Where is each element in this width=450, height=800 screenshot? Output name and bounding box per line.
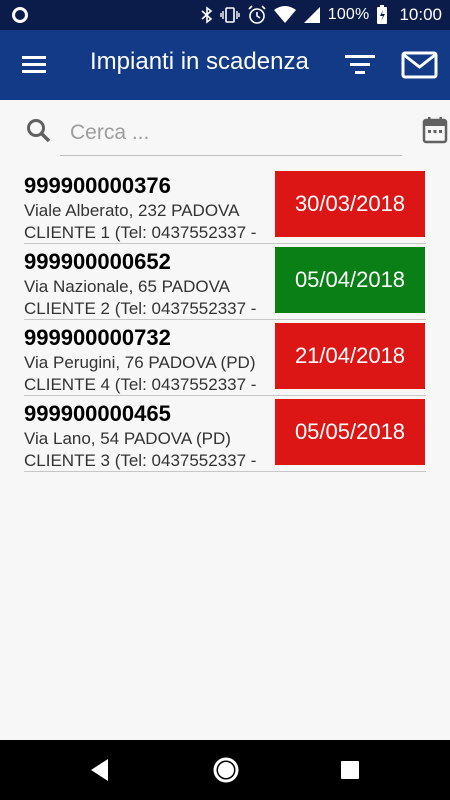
expiry-date-badge: 21/04/2018: [275, 323, 425, 389]
home-button[interactable]: [211, 755, 241, 785]
status-bar: 100% 10:00: [0, 0, 450, 30]
item-client: CLIENTE 1 (Tel: 0437552337 -: [24, 223, 257, 242]
filter-button[interactable]: [343, 50, 377, 80]
item-address: Via Nazionale, 65 PADOVA: [24, 277, 231, 296]
item-client: CLIENTE 4 (Tel: 0437552337 -: [24, 375, 257, 394]
search-input[interactable]: [60, 110, 402, 156]
signal-icon: [303, 6, 321, 24]
back-triangle-icon: [91, 759, 108, 781]
notification-icon: [10, 5, 30, 25]
page-title: Impianti in scadenza: [90, 48, 309, 75]
vibrate-icon: [220, 6, 240, 24]
filter-icon: [345, 55, 375, 74]
back-button[interactable]: [88, 757, 112, 783]
alarm-icon: [247, 5, 267, 25]
search-icon: [25, 117, 53, 145]
item-code: 999900000465: [24, 401, 171, 426]
item-code: 999900000732: [24, 325, 171, 350]
item-address: Via Perugini, 76 PADOVA (PD): [24, 353, 256, 372]
item-address: Viale Alberato, 232 PADOVA: [24, 201, 240, 220]
mail-icon: [401, 51, 438, 79]
item-address: Via Lano, 54 PADOVA (PD): [24, 429, 231, 448]
recents-button[interactable]: [340, 760, 360, 780]
recents-square-icon: [341, 761, 359, 779]
item-client: CLIENTE 3 (Tel: 0437552337 -: [24, 451, 257, 470]
mail-button[interactable]: [401, 50, 439, 80]
bluetooth-icon: [201, 6, 213, 24]
expiry-list: 999900000376 Viale Alberato, 232 PADOVA …: [24, 168, 426, 472]
list-item[interactable]: 999900000376 Viale Alberato, 232 PADOVA …: [24, 168, 426, 244]
list-item[interactable]: 999900000652 Via Nazionale, 65 PADOVA CL…: [24, 244, 426, 320]
item-code: 999900000652: [24, 249, 171, 274]
wifi-icon: [273, 6, 296, 24]
clock: 10:00: [399, 5, 442, 24]
item-client: CLIENTE 2 (Tel: 0437552337 -: [24, 299, 257, 318]
system-nav-bar: [0, 740, 450, 800]
expiry-date-badge: 30/03/2018: [275, 171, 425, 237]
list-item[interactable]: 999900000465 Via Lano, 54 PADOVA (PD) CL…: [24, 396, 426, 472]
expiry-date-badge: 05/05/2018: [275, 399, 425, 465]
battery-icon: [376, 5, 388, 25]
battery-percent: 100%: [327, 6, 370, 23]
hamburger-icon: [22, 56, 46, 73]
list-item[interactable]: 999900000732 Via Perugini, 76 PADOVA (PD…: [24, 320, 426, 396]
menu-button[interactable]: [20, 52, 50, 78]
expiry-date-badge: 05/04/2018: [275, 247, 425, 313]
app-bar: Impianti in scadenza: [0, 30, 450, 100]
home-circle-icon: [213, 757, 239, 783]
calendar-icon[interactable]: [422, 116, 448, 144]
item-code: 999900000376: [24, 173, 171, 198]
